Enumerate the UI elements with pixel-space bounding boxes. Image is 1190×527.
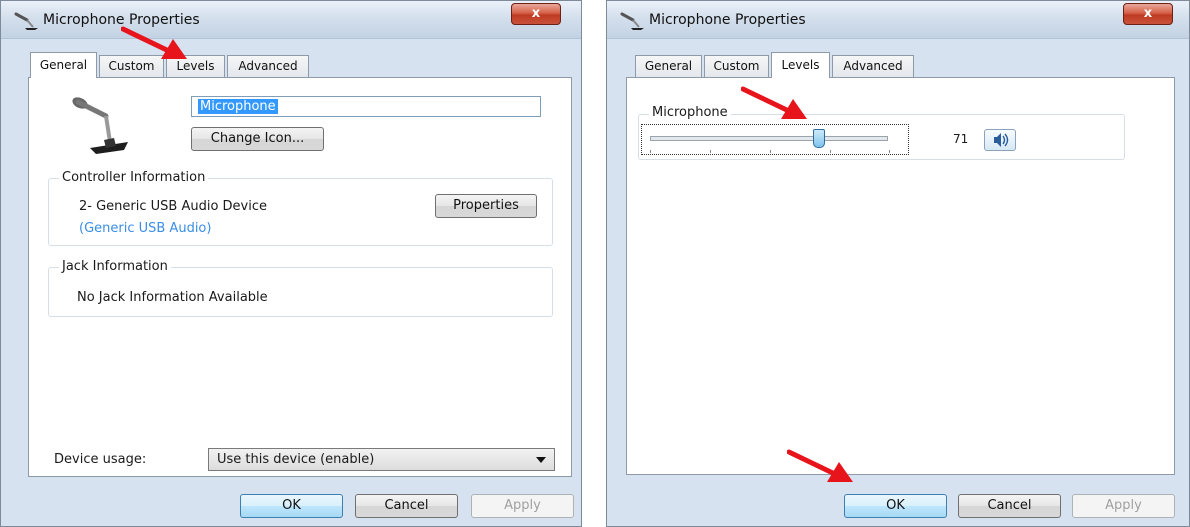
slider-tick	[830, 150, 831, 153]
tab-general[interactable]: General	[635, 55, 702, 77]
level-group-label: Microphone	[649, 105, 731, 120]
microphone-device-icon	[72, 97, 128, 154]
close-button[interactable]: x	[511, 3, 561, 25]
controller-driver: (Generic USB Audio)	[79, 221, 212, 236]
red-arrow-annotation	[741, 86, 807, 119]
chevron-down-icon	[536, 457, 546, 463]
mute-button[interactable]	[984, 129, 1016, 151]
ok-button[interactable]: OK	[240, 494, 343, 518]
tab-custom[interactable]: Custom	[704, 55, 769, 77]
controller-name: 2- Generic USB Audio Device	[79, 199, 267, 214]
title-bar[interactable]: Microphone Properties x	[607, 1, 1189, 39]
device-name-text: Microphone	[198, 99, 278, 114]
slider-tick	[650, 150, 651, 153]
close-icon: x	[531, 6, 541, 21]
jack-status-text: No Jack Information Available	[77, 290, 268, 305]
close-icon: x	[1143, 6, 1153, 21]
tab-advanced[interactable]: Advanced	[832, 55, 914, 77]
controller-information-group: Controller Information 2- Generic USB Au…	[48, 170, 553, 246]
controller-group-label: Controller Information	[59, 170, 209, 185]
cancel-button[interactable]: Cancel	[355, 494, 458, 518]
microphone-properties-dialog-general: Microphone Properties x General Custom L…	[0, 0, 582, 527]
tab-general[interactable]: General	[30, 52, 97, 78]
red-arrow-annotation	[121, 26, 187, 59]
cancel-button[interactable]: Cancel	[958, 494, 1061, 518]
tab-advanced[interactable]: Advanced	[227, 55, 309, 77]
microphone-icon	[14, 12, 38, 30]
device-usage-value: Use this device (enable)	[217, 452, 375, 467]
level-slider[interactable]	[641, 124, 909, 155]
properties-button[interactable]: Properties	[435, 194, 537, 218]
device-name-input[interactable]: Microphone	[191, 96, 541, 117]
levels-tab-panel: Microphone 71	[626, 77, 1175, 475]
device-usage-select[interactable]: Use this device (enable)	[208, 448, 555, 471]
tab-levels[interactable]: Levels	[771, 52, 830, 78]
device-usage-label: Device usage:	[54, 452, 147, 467]
general-tab-panel: Microphone Change Icon... Controller Inf…	[28, 77, 572, 477]
level-value: 71	[953, 132, 969, 146]
red-arrow-annotation	[787, 449, 853, 482]
slider-thumb[interactable]	[812, 129, 825, 148]
change-icon-button[interactable]: Change Icon...	[191, 127, 324, 151]
jack-information-group: Jack Information No Jack Information Ava…	[48, 259, 553, 317]
microphone-properties-dialog-levels: Microphone Properties x General Custom L…	[606, 0, 1190, 527]
apply-button[interactable]: Apply	[471, 494, 574, 518]
speaker-icon	[994, 133, 1009, 147]
close-button[interactable]: x	[1123, 3, 1173, 25]
apply-button[interactable]: Apply	[1072, 494, 1175, 518]
microphone-icon	[620, 12, 644, 30]
title-bar[interactable]: Microphone Properties x	[1, 1, 581, 39]
slider-tick	[710, 150, 711, 153]
slider-tick	[770, 150, 771, 153]
jack-group-label: Jack Information	[59, 259, 171, 274]
window-title: Microphone Properties	[649, 12, 806, 28]
ok-button[interactable]: OK	[844, 494, 947, 518]
slider-track	[650, 136, 888, 141]
slider-tick	[889, 150, 890, 153]
